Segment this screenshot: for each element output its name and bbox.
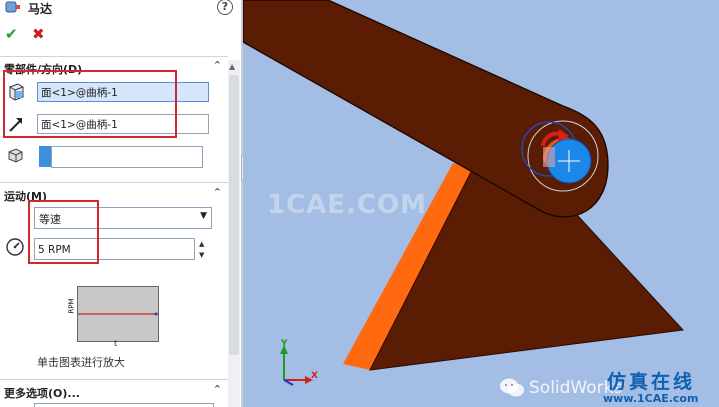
- speed-spin-down[interactable]: ▼: [199, 251, 204, 259]
- watermark-text: 1CAE.COM: [267, 190, 427, 220]
- motor-cylinder-hint: [543, 147, 555, 167]
- crank-arm: [243, 0, 609, 218]
- graph-x-axis-label: t: [114, 339, 118, 348]
- collapse-icon[interactable]: ⌃: [213, 59, 222, 72]
- more-options-label: 更多选项(O)...: [4, 387, 80, 400]
- collapse-icon[interactable]: ⌃: [213, 383, 222, 396]
- graph-zoom-hint: 单击图表进行放大: [37, 356, 125, 369]
- panel-scrollbar-thumb[interactable]: [229, 75, 239, 355]
- more-options-field[interactable]: [34, 403, 214, 407]
- panel-title: 马达: [28, 2, 53, 16]
- section-divider: [0, 182, 228, 183]
- help-button[interactable]: ?: [217, 0, 233, 15]
- triad-y-label: Y: [281, 339, 288, 349]
- chevron-down-icon: ▼: [200, 211, 207, 221]
- wechat-icon: [499, 377, 525, 399]
- highlight-box-component: [3, 70, 177, 138]
- component-color-swatch: [39, 146, 51, 167]
- scroll-up-icon[interactable]: ▲: [229, 62, 235, 71]
- motor-property-manager: 马达 ? ✔ ✖ 零部件/方向(D) ⌃ 面<1>@曲柄-1 面<1>@曲柄-1…: [0, 0, 243, 407]
- highlight-box-motion: [28, 200, 99, 264]
- speed-gauge-icon: [5, 237, 25, 257]
- triad-x-label: X: [311, 371, 318, 381]
- ok-button[interactable]: ✔: [5, 25, 18, 43]
- component-to-move-icon: [6, 146, 26, 164]
- component-to-move-field[interactable]: [51, 146, 203, 168]
- speed-spin-up[interactable]: ▲: [199, 240, 204, 248]
- more-options-section-header[interactable]: 更多选项(O)... ⌃: [0, 383, 228, 401]
- motion-profile-graph[interactable]: [77, 286, 159, 342]
- cancel-button[interactable]: ✖: [32, 25, 45, 43]
- collapse-icon[interactable]: ⌃: [213, 186, 222, 199]
- section-divider: [0, 379, 228, 380]
- section-divider: [0, 56, 228, 57]
- graphics-viewport[interactable]: 1CAE.COM Y X SolidWorks 仿真在线 www.1CAE.co…: [243, 0, 719, 407]
- brand-site-text: www.1CAE.com: [603, 392, 699, 405]
- graph-y-axis-label: RPM: [67, 298, 76, 314]
- motor-icon: [5, 0, 21, 14]
- brand-logo-text: 仿真在线: [607, 371, 696, 393]
